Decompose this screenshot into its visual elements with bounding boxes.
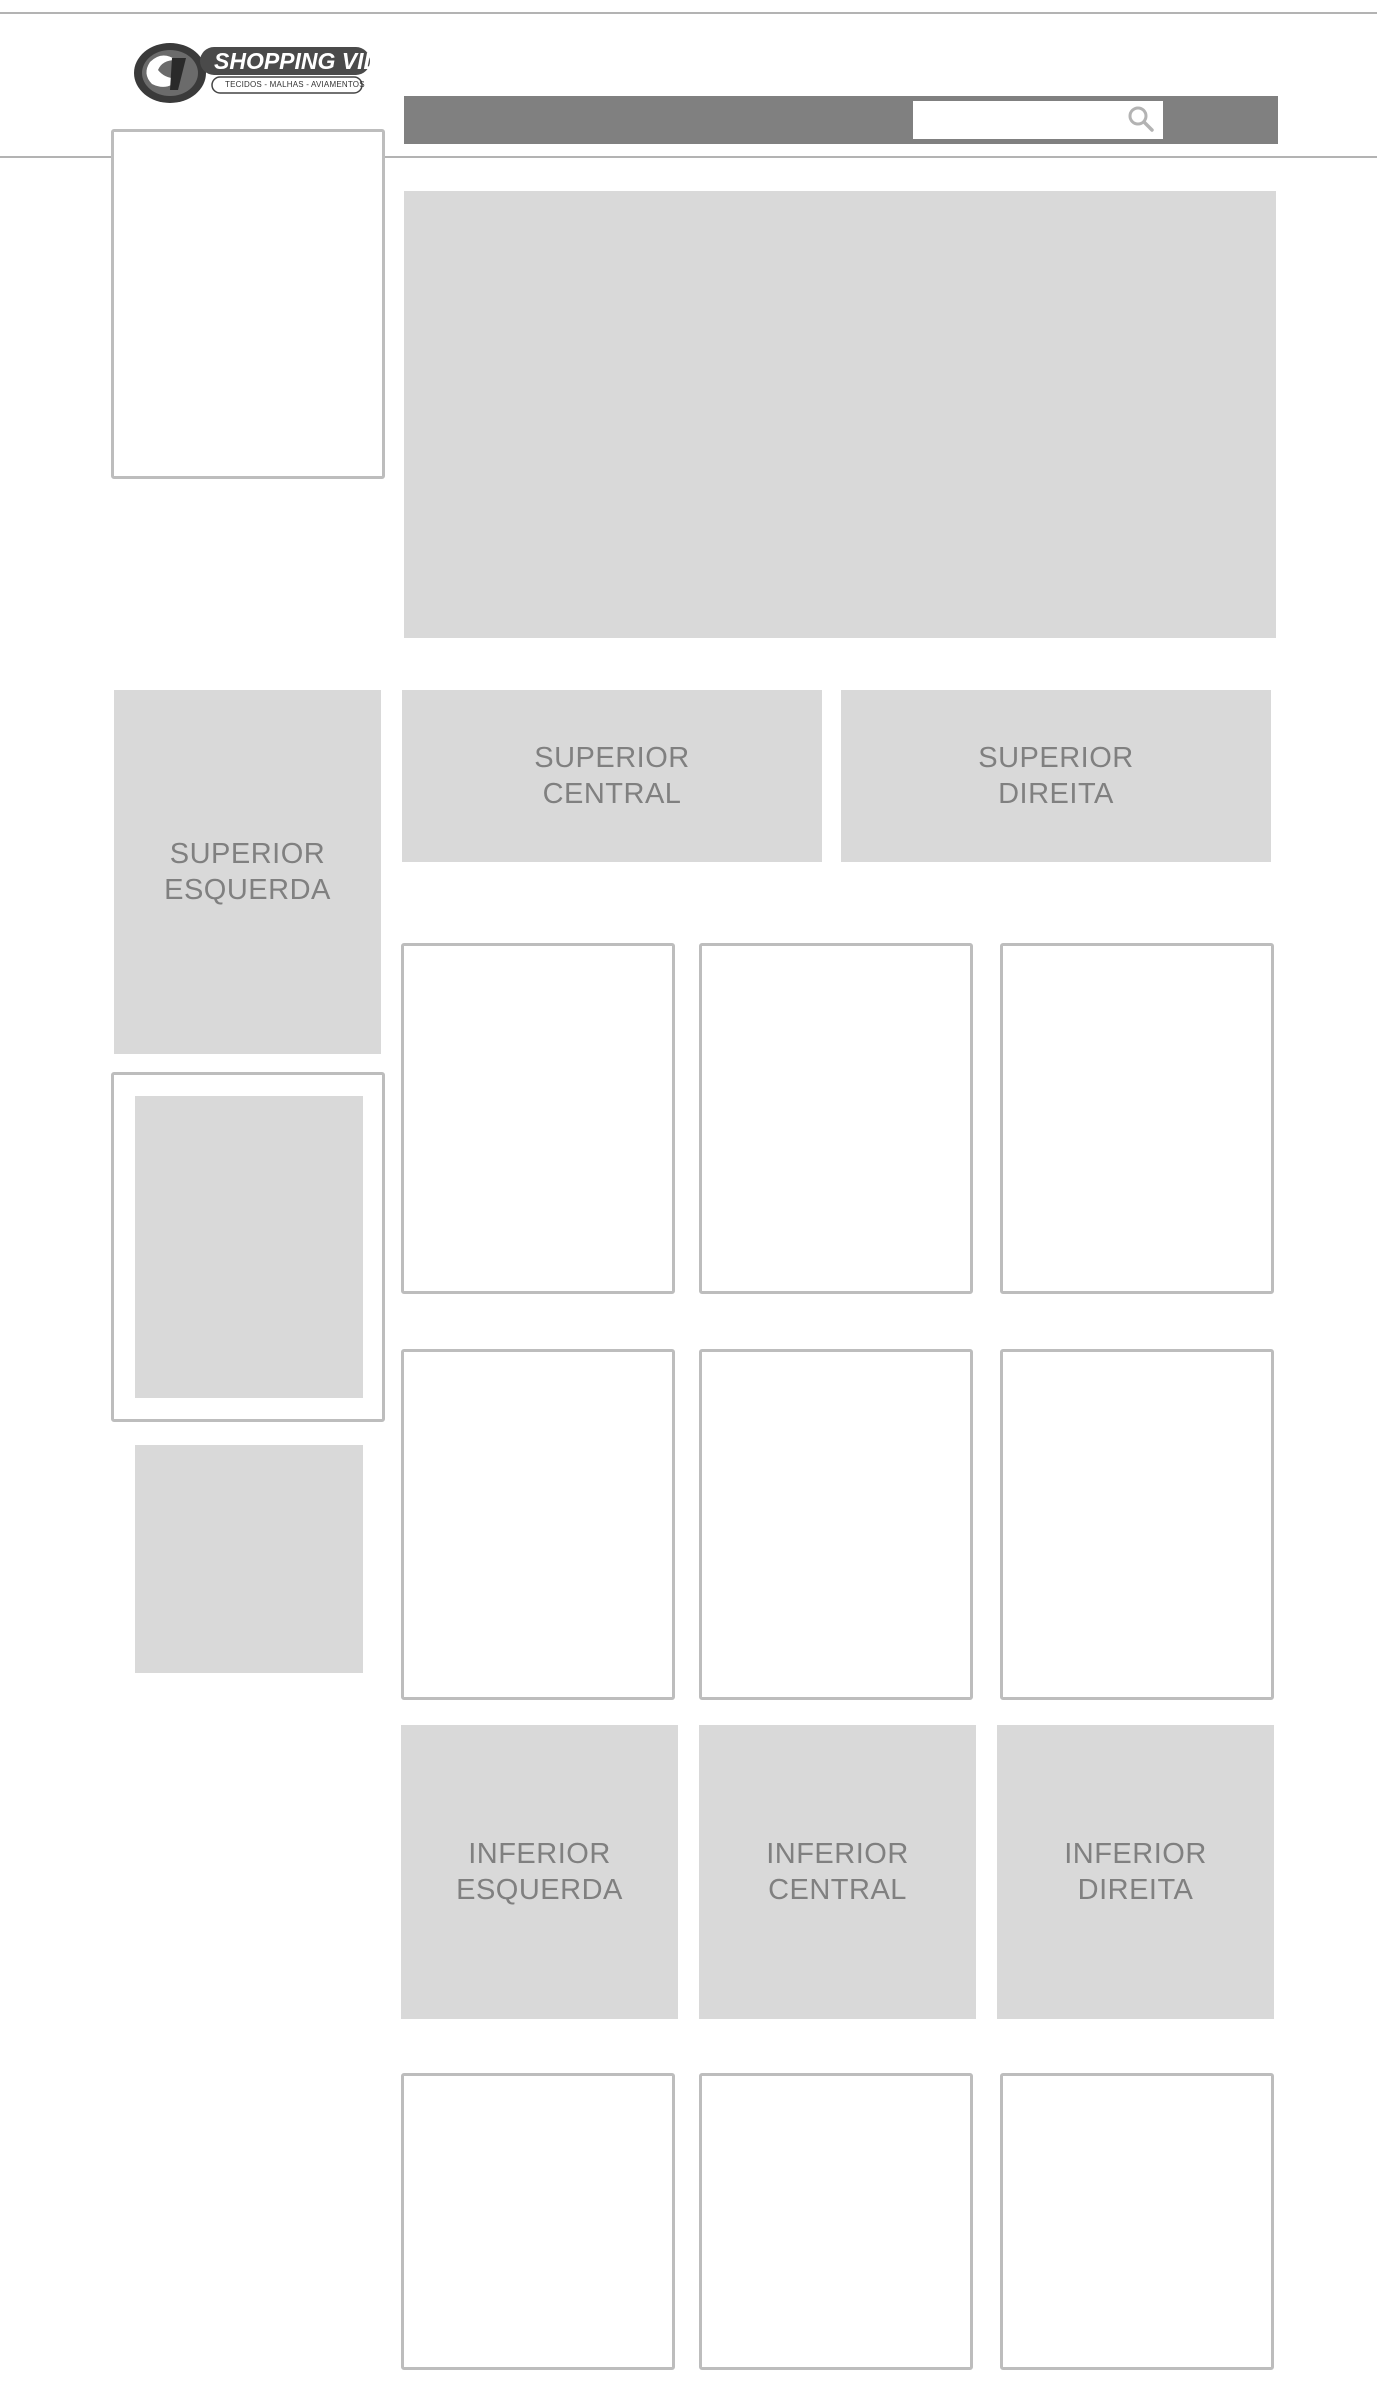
product-card[interactable] xyxy=(401,943,675,1294)
product-card[interactable] xyxy=(401,1349,675,1700)
logo-name: SHOPPING VIDA xyxy=(214,48,397,74)
sidebar-ad-frame[interactable] xyxy=(111,1072,385,1422)
product-card[interactable] xyxy=(699,943,973,1294)
sidebar-ad-image xyxy=(135,1096,363,1398)
product-card[interactable] xyxy=(1000,943,1274,1294)
banner-inferior-direita[interactable]: INFERIOR DIREITA xyxy=(997,1725,1274,2019)
product-card[interactable] xyxy=(1000,2073,1274,2370)
top-rule xyxy=(0,12,1377,14)
logo-tagline: TECIDOS - MALHAS - AVIAMENTOS xyxy=(225,80,365,89)
product-card[interactable] xyxy=(1000,1349,1274,1700)
banner-superior-direita[interactable]: SUPERIOR DIREITA xyxy=(841,690,1271,862)
banner-inferior-central[interactable]: INFERIOR CENTRAL xyxy=(699,1725,976,2019)
logo[interactable]: SHOPPING VIDA TECIDOS - MALHAS - AVIAMEN… xyxy=(132,40,397,106)
sidebar-ad-square[interactable] xyxy=(135,1445,363,1673)
search-bar xyxy=(404,96,1278,144)
product-card[interactable] xyxy=(699,1349,973,1700)
product-card[interactable] xyxy=(401,2073,675,2370)
banner-superior-esquerda[interactable]: SUPERIOR ESQUERDA xyxy=(114,690,381,1054)
search-icon[interactable] xyxy=(1124,102,1160,138)
banner-inferior-esquerda[interactable]: INFERIOR ESQUERDA xyxy=(401,1725,678,2019)
sidebar-box[interactable] xyxy=(111,129,385,479)
banner-superior-central[interactable]: SUPERIOR CENTRAL xyxy=(402,690,822,862)
product-card[interactable] xyxy=(699,2073,973,2370)
hero-banner[interactable] xyxy=(404,191,1276,638)
